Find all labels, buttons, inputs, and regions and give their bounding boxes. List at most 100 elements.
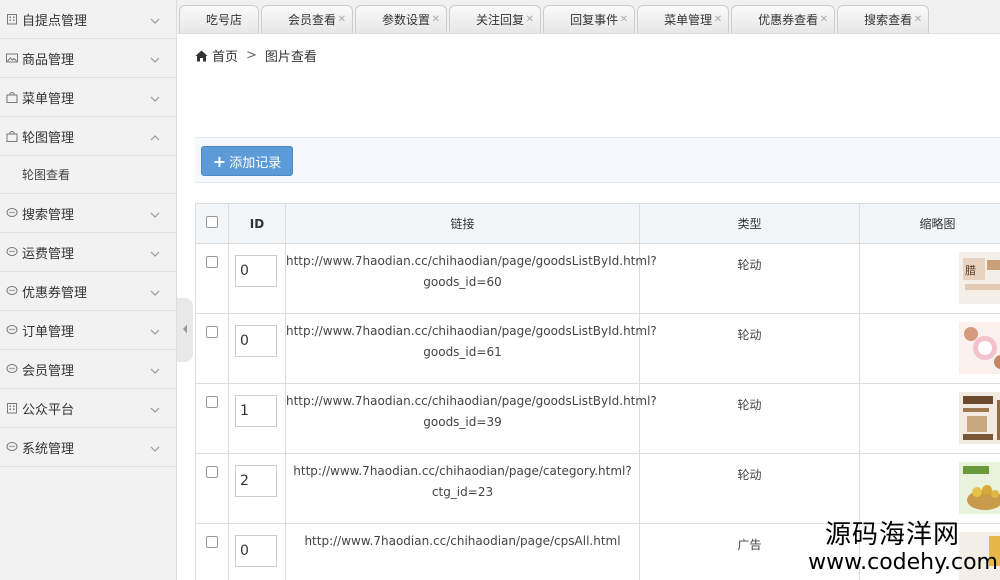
add-record-button[interactable]: + 添加记录 <box>201 146 293 176</box>
tab-member-view[interactable]: 会员查看 ✕ <box>261 5 354 33</box>
tab-label: 搜索查看 <box>864 13 913 27</box>
select-all-checkbox[interactable] <box>206 216 218 228</box>
id-input[interactable] <box>235 395 277 427</box>
plus-icon: + <box>212 151 227 171</box>
tab-label: 菜单管理 <box>664 13 713 27</box>
sidebar-item-carousel[interactable]: 轮图管理 <box>0 117 176 156</box>
row-type-cell: 轮动 <box>639 383 860 454</box>
close-icon[interactable]: ✕ <box>338 14 346 25</box>
row-checkbox-cell <box>195 243 229 314</box>
sidebar-item-label: 公众平台 <box>22 402 75 418</box>
header-checkbox-cell <box>195 203 229 244</box>
header-link[interactable]: 链接 <box>285 203 640 244</box>
chevron-up-icon <box>150 130 160 145</box>
row-link-cell: http://www.7haodian.cc/chihaodian/page/g… <box>285 313 657 384</box>
row-checkbox-cell <box>195 523 229 580</box>
id-input[interactable] <box>235 465 277 497</box>
link-line-2: ctg_id=23 <box>431 485 494 499</box>
chat-icon <box>6 246 18 258</box>
row-checkbox-cell <box>195 313 229 384</box>
row-checkbox[interactable] <box>206 396 218 408</box>
sidebar-item-member[interactable]: 会员管理 <box>0 350 176 389</box>
chevron-down-icon <box>150 363 160 378</box>
link-line-1: http://www.7haodian.cc/chihaodian/page/c… <box>304 534 621 548</box>
sidebar-item-pickup[interactable]: 自提点管理 <box>0 0 176 39</box>
close-icon[interactable]: ✕ <box>914 14 922 25</box>
link-line-1: http://www.7haodian.cc/chihaodian/page/g… <box>286 254 657 268</box>
link-line-2: goods_id=60 <box>423 275 502 289</box>
sidebar-item-order[interactable]: 订单管理 <box>0 311 176 350</box>
sidebar-subitem-carousel-view[interactable]: 轮图查看 <box>0 156 176 194</box>
header-thumbnail[interactable]: 缩略图 <box>859 203 1000 244</box>
sidebar-item-public-platform[interactable]: 公众平台 <box>0 389 176 428</box>
sidebar-item-search[interactable]: 搜索管理 <box>0 194 176 233</box>
thumbnail-image[interactable]: 腊 <box>959 252 1000 304</box>
svg-text:腊: 腊 <box>965 264 976 277</box>
chat-icon <box>6 441 18 453</box>
row-thumbnail-cell <box>859 383 1000 454</box>
sidebar-item-label: 商品管理 <box>22 52 75 68</box>
tab-follow-reply[interactable]: 关注回复 ✕ <box>449 5 542 33</box>
table-row: http://www.7haodian.cc/chihaodian/page/c… <box>195 453 1000 524</box>
chevron-down-icon <box>150 441 160 456</box>
thumbnail-image[interactable] <box>959 392 1000 444</box>
close-icon[interactable]: ✕ <box>432 14 440 25</box>
row-checkbox[interactable] <box>206 536 218 548</box>
tab-label: 关注回复 <box>476 13 525 27</box>
sidebar-item-label: 菜单管理 <box>22 91 75 107</box>
row-link-cell: http://www.7haodian.cc/chihaodian/page/g… <box>285 383 657 454</box>
thumbnail-image[interactable] <box>959 462 1000 514</box>
tab-params[interactable]: 参数设置 ✕ <box>355 5 448 33</box>
id-input[interactable] <box>235 255 277 287</box>
tab-label: 会员查看 <box>288 13 337 27</box>
sidebar-item-label: 运费管理 <box>22 246 75 262</box>
close-icon[interactable]: ✕ <box>714 14 722 25</box>
breadcrumb-separator: > <box>246 48 257 63</box>
sidebar-item-label: 轮图管理 <box>22 130 75 146</box>
sidebar-collapse-handle[interactable] <box>177 298 193 362</box>
link-line-2: goods_id=39 <box>423 415 502 429</box>
sidebar-item-label: 订单管理 <box>22 324 75 340</box>
row-id-cell <box>228 313 286 384</box>
breadcrumb-home[interactable]: 首页 <box>212 46 238 65</box>
row-link-cell: http://www.7haodian.cc/chihaodian/page/g… <box>285 243 657 314</box>
tab-reply-event[interactable]: 回复事件 ✕ <box>543 5 636 33</box>
id-input[interactable] <box>235 325 277 357</box>
close-icon[interactable]: ✕ <box>820 14 828 25</box>
id-input[interactable] <box>235 535 277 567</box>
tab-bar: 吃号店 会员查看 ✕ 参数设置 ✕ 关注回复 ✕ 回复事件 ✕ 菜单管理 ✕ 优惠券查看 ✕… <box>177 0 1000 34</box>
sidebar-item-label: 系统管理 <box>22 441 75 457</box>
sidebar-item-goods[interactable]: 商品管理 <box>0 39 176 78</box>
watermark: 源码海洋网 www.codehy.com <box>808 520 998 576</box>
table-row: http://www.7haodian.cc/chihaodian/page/g… <box>195 383 1000 454</box>
sidebar-item-system[interactable]: 系统管理 <box>0 428 176 467</box>
home-icon <box>195 50 208 62</box>
link-line-2: goods_id=61 <box>423 345 502 359</box>
chevron-left-icon <box>182 323 188 338</box>
sidebar-item-menu[interactable]: 菜单管理 <box>0 78 176 117</box>
close-icon[interactable]: ✕ <box>620 14 628 25</box>
chevron-down-icon <box>150 52 160 67</box>
row-checkbox[interactable] <box>206 256 218 268</box>
chat-icon <box>6 363 18 375</box>
close-icon[interactable]: ✕ <box>526 14 534 25</box>
row-checkbox[interactable] <box>206 466 218 478</box>
sidebar-item-coupon[interactable]: 优惠券管理 <box>0 272 176 311</box>
thumbnail-image[interactable] <box>959 322 1000 374</box>
tab-coupon-view[interactable]: 优惠券查看 ✕ <box>731 5 836 33</box>
tab-label: 回复事件 <box>570 13 619 27</box>
add-record-label: 添加记录 <box>229 155 282 171</box>
row-id-cell <box>228 243 286 314</box>
sidebar-item-shipping[interactable]: 运费管理 <box>0 233 176 272</box>
tab-shop[interactable]: 吃号店 <box>179 5 260 33</box>
breadcrumb-current: 图片查看 <box>264 50 317 65</box>
sidebar-item-label: 会员管理 <box>22 363 75 379</box>
chat-icon <box>6 324 18 336</box>
tab-menu-manage[interactable]: 菜单管理 ✕ <box>637 5 730 33</box>
row-id-cell <box>228 523 286 580</box>
row-checkbox[interactable] <box>206 326 218 338</box>
header-id[interactable]: ID <box>228 203 286 244</box>
tab-search-view[interactable]: 搜索查看 ✕ <box>837 5 930 33</box>
watermark-url: www.codehy.com <box>808 550 998 575</box>
header-type[interactable]: 类型 <box>639 203 860 244</box>
